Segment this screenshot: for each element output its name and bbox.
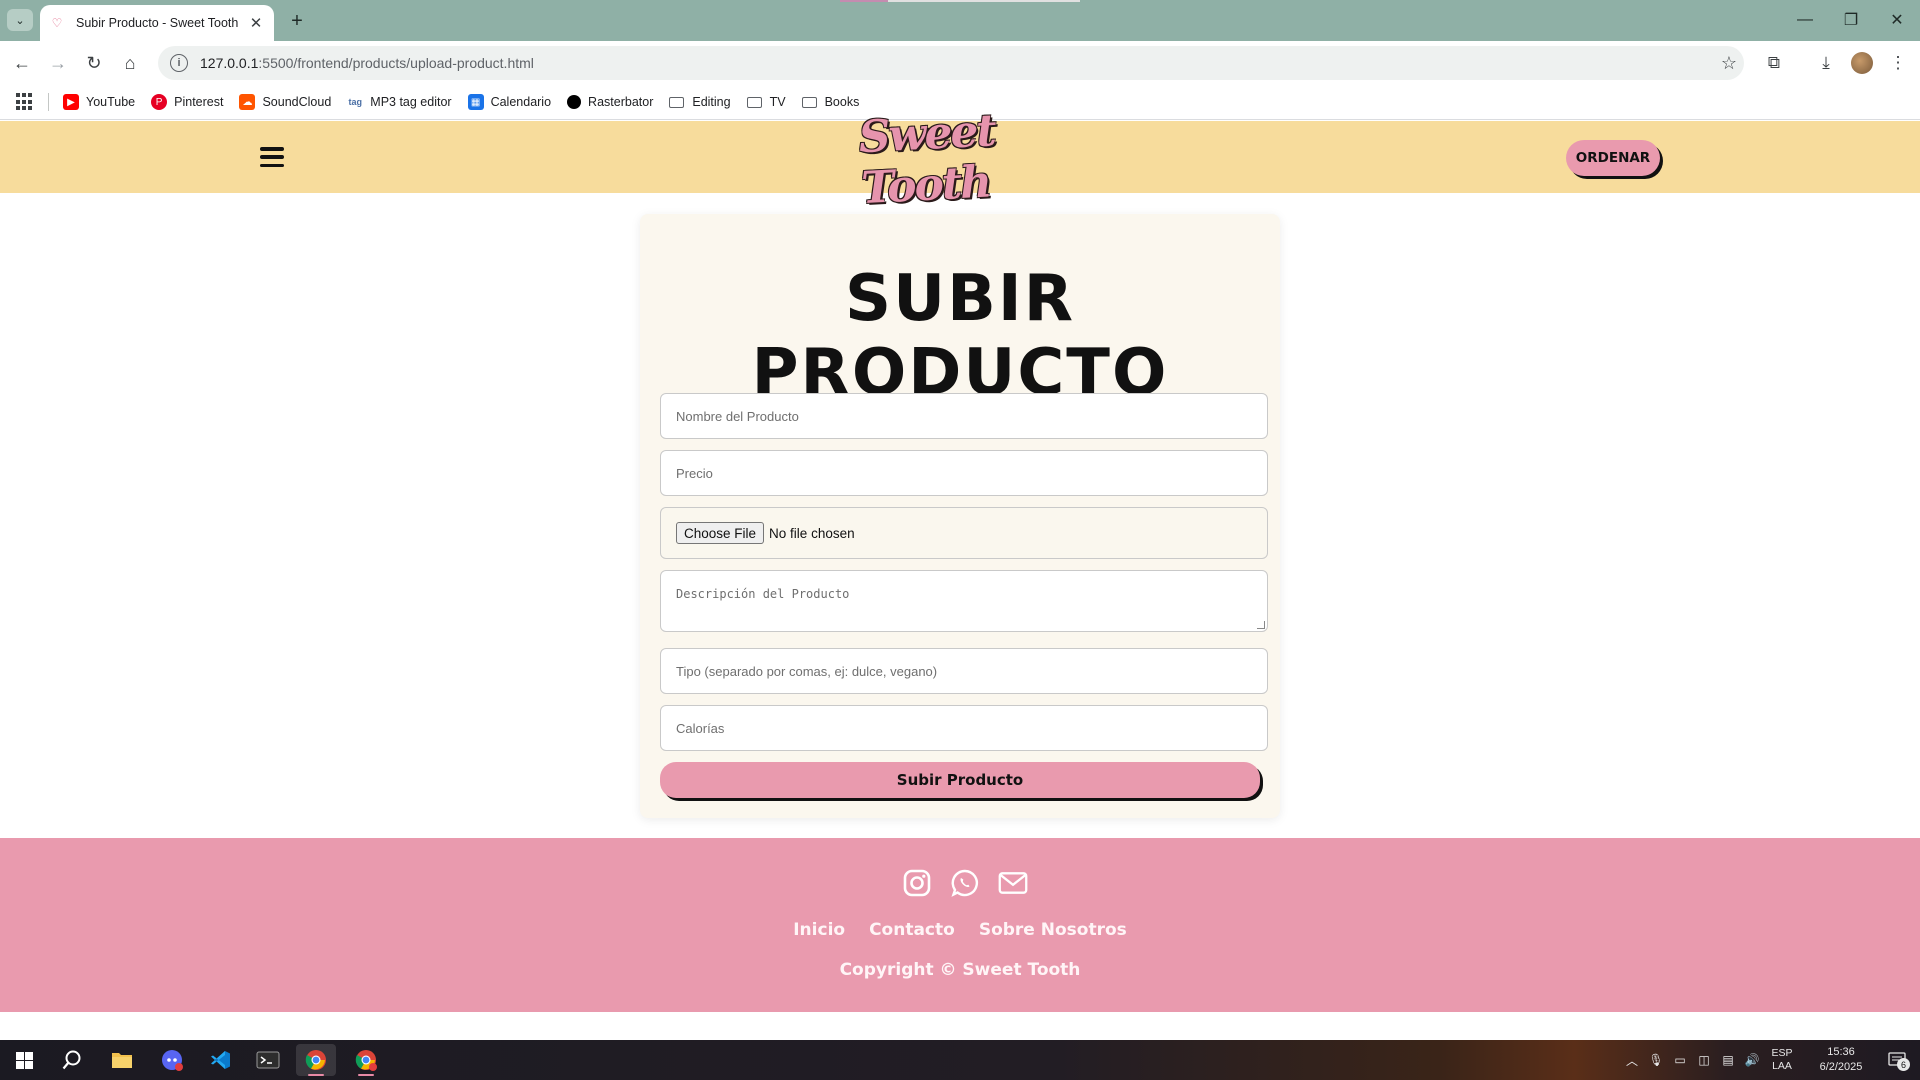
rasterbator-icon: [567, 95, 582, 109]
terminal-icon[interactable]: [248, 1044, 288, 1076]
order-button[interactable]: ORDENAR: [1566, 140, 1660, 176]
product-name-placeholder: Nombre del Producto: [676, 408, 799, 424]
display-icon[interactable]: ▭: [1668, 1053, 1692, 1067]
back-icon[interactable]: ←: [8, 49, 36, 77]
submit-product-button[interactable]: Subir Producto: [660, 762, 1260, 798]
bookmark-pinterest[interactable]: P Pinterest: [151, 94, 223, 110]
upload-product-card: SUBIR PRODUCTO Nombre del Producto Preci…: [640, 214, 1280, 818]
window-controls: — ❐ ✕: [1782, 0, 1920, 40]
windows-logo-icon: [15, 1051, 33, 1069]
soundcloud-icon: ☁: [239, 94, 256, 110]
bookmarks-separator: [48, 93, 49, 111]
apps-grid-icon[interactable]: [16, 93, 34, 111]
folder-icon: [669, 96, 685, 108]
tab-favicon-icon: ♡: [51, 16, 63, 30]
bookmark-mp3-tag-editor[interactable]: tag MP3 tag editor: [347, 94, 452, 110]
camera-icon[interactable]: ◫: [1692, 1053, 1716, 1067]
tray-expand-icon[interactable]: ︿: [1620, 1052, 1644, 1069]
hamburger-menu-icon[interactable]: [260, 147, 284, 167]
type-placeholder: Tipo (separado por comas, ej: dulce, veg…: [676, 663, 938, 679]
tab-close-icon[interactable]: ✕: [248, 14, 264, 32]
site-logo[interactable]: Sweet Tooth: [857, 105, 1062, 214]
type-input[interactable]: Tipo (separado por comas, ej: dulce, veg…: [660, 648, 1268, 694]
footer-links: Inicio Contacto Sobre Nosotros: [0, 920, 1920, 940]
browser-tab[interactable]: ♡ Subir Producto - Sweet Tooth ✕: [40, 5, 274, 41]
footer-link-inicio[interactable]: Inicio: [793, 920, 845, 940]
tab-title: Subir Producto - Sweet Tooth: [76, 16, 239, 30]
image-file-input: Choose File No file chosen: [660, 507, 1268, 559]
whatsapp-icon[interactable]: [950, 868, 980, 898]
notifications-icon[interactable]: 6: [1882, 1049, 1912, 1071]
vscode-icon[interactable]: [200, 1044, 240, 1076]
tab-search-chevron-icon[interactable]: ⌄: [7, 9, 33, 31]
calories-placeholder: Calorías: [676, 720, 725, 736]
social-links: [0, 868, 1920, 898]
address-url[interactable]: 127.0.0.1:5500/frontend/products/upload-…: [200, 55, 1714, 71]
clock[interactable]: 15:36 6/2/2025: [1800, 1045, 1882, 1075]
profile-avatar[interactable]: [1848, 49, 1876, 77]
bookmark-folder-editing[interactable]: Editing: [669, 95, 731, 109]
microphone-icon[interactable]: 🎙: [1644, 1053, 1668, 1067]
calories-input[interactable]: Calorías: [660, 705, 1268, 751]
windows-taskbar: ︿ 🎙 ▭ ◫ ▤ 🔊 ESP LAA 15:36 6/2/2025 6: [0, 1040, 1920, 1080]
chrome-profile-icon[interactable]: [346, 1044, 386, 1076]
bookmark-rasterbator[interactable]: Rasterbator: [567, 95, 653, 109]
tag-icon: tag: [347, 94, 364, 110]
address-bar[interactable]: i 127.0.0.1:5500/frontend/products/uploa…: [158, 46, 1744, 80]
file-explorer-icon[interactable]: [102, 1044, 142, 1076]
menu-dots-icon[interactable]: ⋮: [1884, 49, 1912, 77]
folder-icon: [801, 96, 817, 108]
reload-icon[interactable]: ↻: [80, 49, 108, 77]
new-tab-button[interactable]: +: [284, 8, 310, 34]
discord-icon[interactable]: [152, 1044, 192, 1076]
instagram-icon[interactable]: [902, 868, 932, 898]
product-name-input[interactable]: Nombre del Producto: [660, 393, 1268, 439]
bookmark-folder-books[interactable]: Books: [801, 95, 859, 109]
price-input[interactable]: Precio: [660, 450, 1268, 496]
language-indicator[interactable]: ESP LAA: [1764, 1047, 1800, 1073]
active-app-indicator: [308, 1074, 324, 1076]
window-close-icon[interactable]: ✕: [1874, 0, 1920, 40]
chrome-icon[interactable]: [296, 1044, 336, 1076]
bookmark-soundcloud[interactable]: ☁ SoundCloud: [239, 94, 331, 110]
open-app-indicator: [358, 1074, 374, 1076]
minimize-icon[interactable]: —: [1782, 0, 1828, 40]
bookmark-youtube[interactable]: ▶ YouTube: [63, 94, 135, 110]
browser-toolbar: ← → ↻ ⌂ i 127.0.0.1:5500/frontend/produc…: [0, 41, 1920, 85]
copyright-text: Copyright © Sweet Tooth: [839, 960, 1081, 980]
network-icon[interactable]: ▤: [1716, 1053, 1740, 1067]
notification-count: 6: [1897, 1058, 1910, 1071]
bookmark-star-icon[interactable]: ☆: [1714, 53, 1744, 74]
description-placeholder: Descripción del Producto: [676, 587, 850, 601]
restore-icon[interactable]: ❐: [1828, 0, 1874, 40]
site-info-icon[interactable]: i: [170, 54, 188, 72]
bookmark-folder-tv[interactable]: TV: [746, 95, 786, 109]
extensions-icon[interactable]: ⧉: [1760, 49, 1788, 77]
footer-link-sobre-nosotros[interactable]: Sobre Nosotros: [979, 920, 1127, 940]
choose-file-button[interactable]: Choose File: [676, 522, 765, 544]
mail-icon[interactable]: [998, 868, 1028, 898]
footer-link-contacto[interactable]: Contacto: [869, 920, 955, 940]
pinterest-icon: P: [151, 94, 168, 110]
youtube-icon: ▶: [63, 94, 79, 110]
page-title: SUBIR PRODUCTO: [751, 262, 1169, 410]
page-bottom-space: [0, 1012, 1920, 1040]
bookmark-calendario[interactable]: ▦ Calendario: [467, 94, 551, 110]
start-button[interactable]: [4, 1044, 44, 1076]
description-textarea[interactable]: Descripción del Producto: [660, 570, 1268, 632]
folder-icon: [746, 96, 762, 108]
price-placeholder: Precio: [676, 465, 713, 481]
search-icon[interactable]: [52, 1044, 92, 1076]
browser-tabstrip: ⌄ ♡ Subir Producto - Sweet Tooth ✕ + — ❐…: [0, 0, 1920, 41]
volume-icon[interactable]: 🔊: [1740, 1053, 1764, 1067]
file-status-text: No file chosen: [769, 525, 855, 541]
downloads-icon[interactable]: ⤓: [1812, 49, 1840, 77]
site-footer: Inicio Contacto Sobre Nosotros Copyright…: [0, 838, 1920, 1012]
calendar-icon: ▦: [467, 94, 484, 110]
forward-icon[interactable]: →: [44, 49, 72, 77]
home-icon[interactable]: ⌂: [116, 49, 144, 77]
tab-progress-accent: [840, 0, 888, 2]
system-tray: ︿ 🎙 ▭ ◫ ▤ 🔊 ESP LAA 15:36 6/2/2025 6: [1620, 1040, 1920, 1080]
textarea-resize-handle[interactable]: [1257, 621, 1265, 629]
